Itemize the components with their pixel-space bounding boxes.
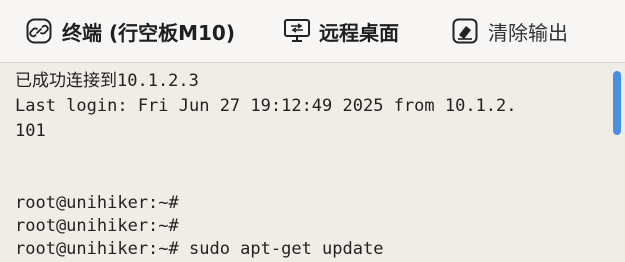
terminal-line: Last login: Fri Jun 27 19:12:49 2025 fro… [15,96,517,116]
terminal-line: root@unihiker:~# sudo apt-get update [15,239,384,259]
clear-output-button[interactable]: 清除输出 [452,10,568,52]
eraser-icon [452,18,478,44]
monitor-icon [283,18,310,44]
terminal-line: 101 [15,121,46,141]
vertical-scrollbar[interactable] [609,63,625,262]
toolbar: 终端 (行空板M10) 远程桌面 清除输出 [0,0,625,63]
terminal-line: root@unihiker:~# [15,193,179,213]
remote-desktop-button[interactable]: 远程桌面 [283,10,399,52]
terminal-output[interactable]: 已成功连接到10.1.2.3 Last login: Fri Jun 27 19… [0,63,625,262]
tab-terminal[interactable]: 终端 (行空板M10) [26,10,235,52]
scrollbar-thumb[interactable] [613,71,621,135]
remote-desktop-label: 远程桌面 [319,20,399,45]
link-icon [26,18,52,44]
clear-output-label: 清除输出 [488,20,568,45]
tab-terminal-label: 终端 (行空板M10) [62,20,235,45]
terminal-window: 终端 (行空板M10) 远程桌面 清除输出 已成功连接到10.1.2.3 Las… [0,0,625,262]
terminal-line: root@unihiker:~# [15,216,179,236]
terminal-line: 已成功连接到10.1.2.3 [15,71,199,91]
